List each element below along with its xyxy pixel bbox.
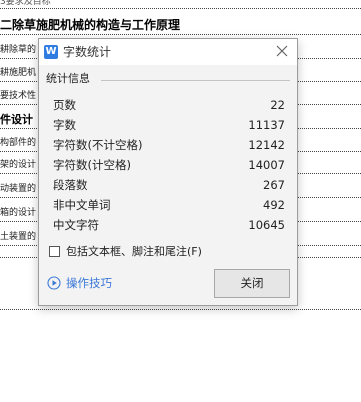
doc-line: 要技术性 — [0, 91, 37, 101]
close-button[interactable]: 关闭 — [214, 269, 290, 298]
stat-label: 页数 — [53, 98, 76, 112]
doc-line: 耕除草的 — [0, 45, 37, 55]
group-divider — [101, 80, 290, 81]
stat-label: 字符数(计空格) — [53, 158, 131, 172]
doc-heading: 二除草施肥机械的构造与工作原理 — [0, 18, 181, 32]
doc-line: 动装置的 — [0, 184, 37, 194]
tips-label: 操作技巧 — [66, 276, 112, 290]
stat-row-words: 字数 11137 — [53, 115, 285, 135]
doc-line: 3要求及目标 — [0, 0, 51, 7]
doc-line: 土装置的 — [0, 232, 37, 242]
stat-row-chars-no-spaces: 字符数(不计空格) 12142 — [53, 135, 285, 155]
play-circle-icon — [47, 276, 61, 290]
doc-line: 耕施肥机 — [0, 68, 37, 78]
stat-row-chinese-chars: 中文字符 10645 — [53, 215, 285, 235]
checkbox-label: 包括文本框、脚注和尾注(F) — [66, 245, 202, 258]
stat-value: 492 — [263, 198, 285, 212]
stat-value: 12142 — [248, 138, 285, 152]
doc-line: 箱的设计 — [0, 208, 37, 218]
stat-value: 267 — [263, 178, 285, 192]
doc-line: 构部件的 — [0, 138, 37, 148]
stat-label: 中文字符 — [53, 218, 99, 232]
wps-writer-icon: W — [44, 45, 58, 59]
stats-list: 页数 22 字数 11137 字符数(不计空格) 12142 字符数(计空格) … — [53, 95, 285, 235]
doc-divider — [0, 309, 361, 310]
stat-row-non-chinese-words: 非中文单词 492 — [53, 195, 285, 215]
stat-row-pages: 页数 22 — [53, 95, 285, 115]
doc-subheading: 件设计 — [0, 113, 33, 126]
stat-row-chars-with-spaces: 字符数(计空格) 14007 — [53, 155, 285, 175]
stat-value: 14007 — [248, 158, 285, 172]
stat-row-paragraphs: 段落数 267 — [53, 175, 285, 195]
stat-value: 11137 — [248, 118, 285, 132]
word-count-dialog: W 字数统计 统计信息 页数 22 字数 11137 字符数(不计空格) 121… — [38, 38, 298, 306]
doc-divider — [0, 34, 361, 35]
dialog-titlebar[interactable]: W 字数统计 — [39, 39, 297, 65]
doc-line: 架的设计 — [0, 160, 37, 170]
stat-value: 10645 — [248, 218, 285, 232]
close-icon[interactable] — [275, 44, 289, 58]
stat-label: 字数 — [53, 118, 76, 132]
doc-divider — [0, 8, 361, 9]
group-title: 统计信息 — [46, 72, 94, 86]
stat-value: 22 — [270, 98, 285, 112]
stat-label: 字符数(不计空格) — [53, 138, 143, 152]
stat-label: 段落数 — [53, 178, 88, 192]
stat-label: 非中文单词 — [53, 198, 111, 212]
include-textboxes-checkbox[interactable] — [49, 246, 60, 257]
dialog-title: 字数统计 — [63, 45, 112, 59]
